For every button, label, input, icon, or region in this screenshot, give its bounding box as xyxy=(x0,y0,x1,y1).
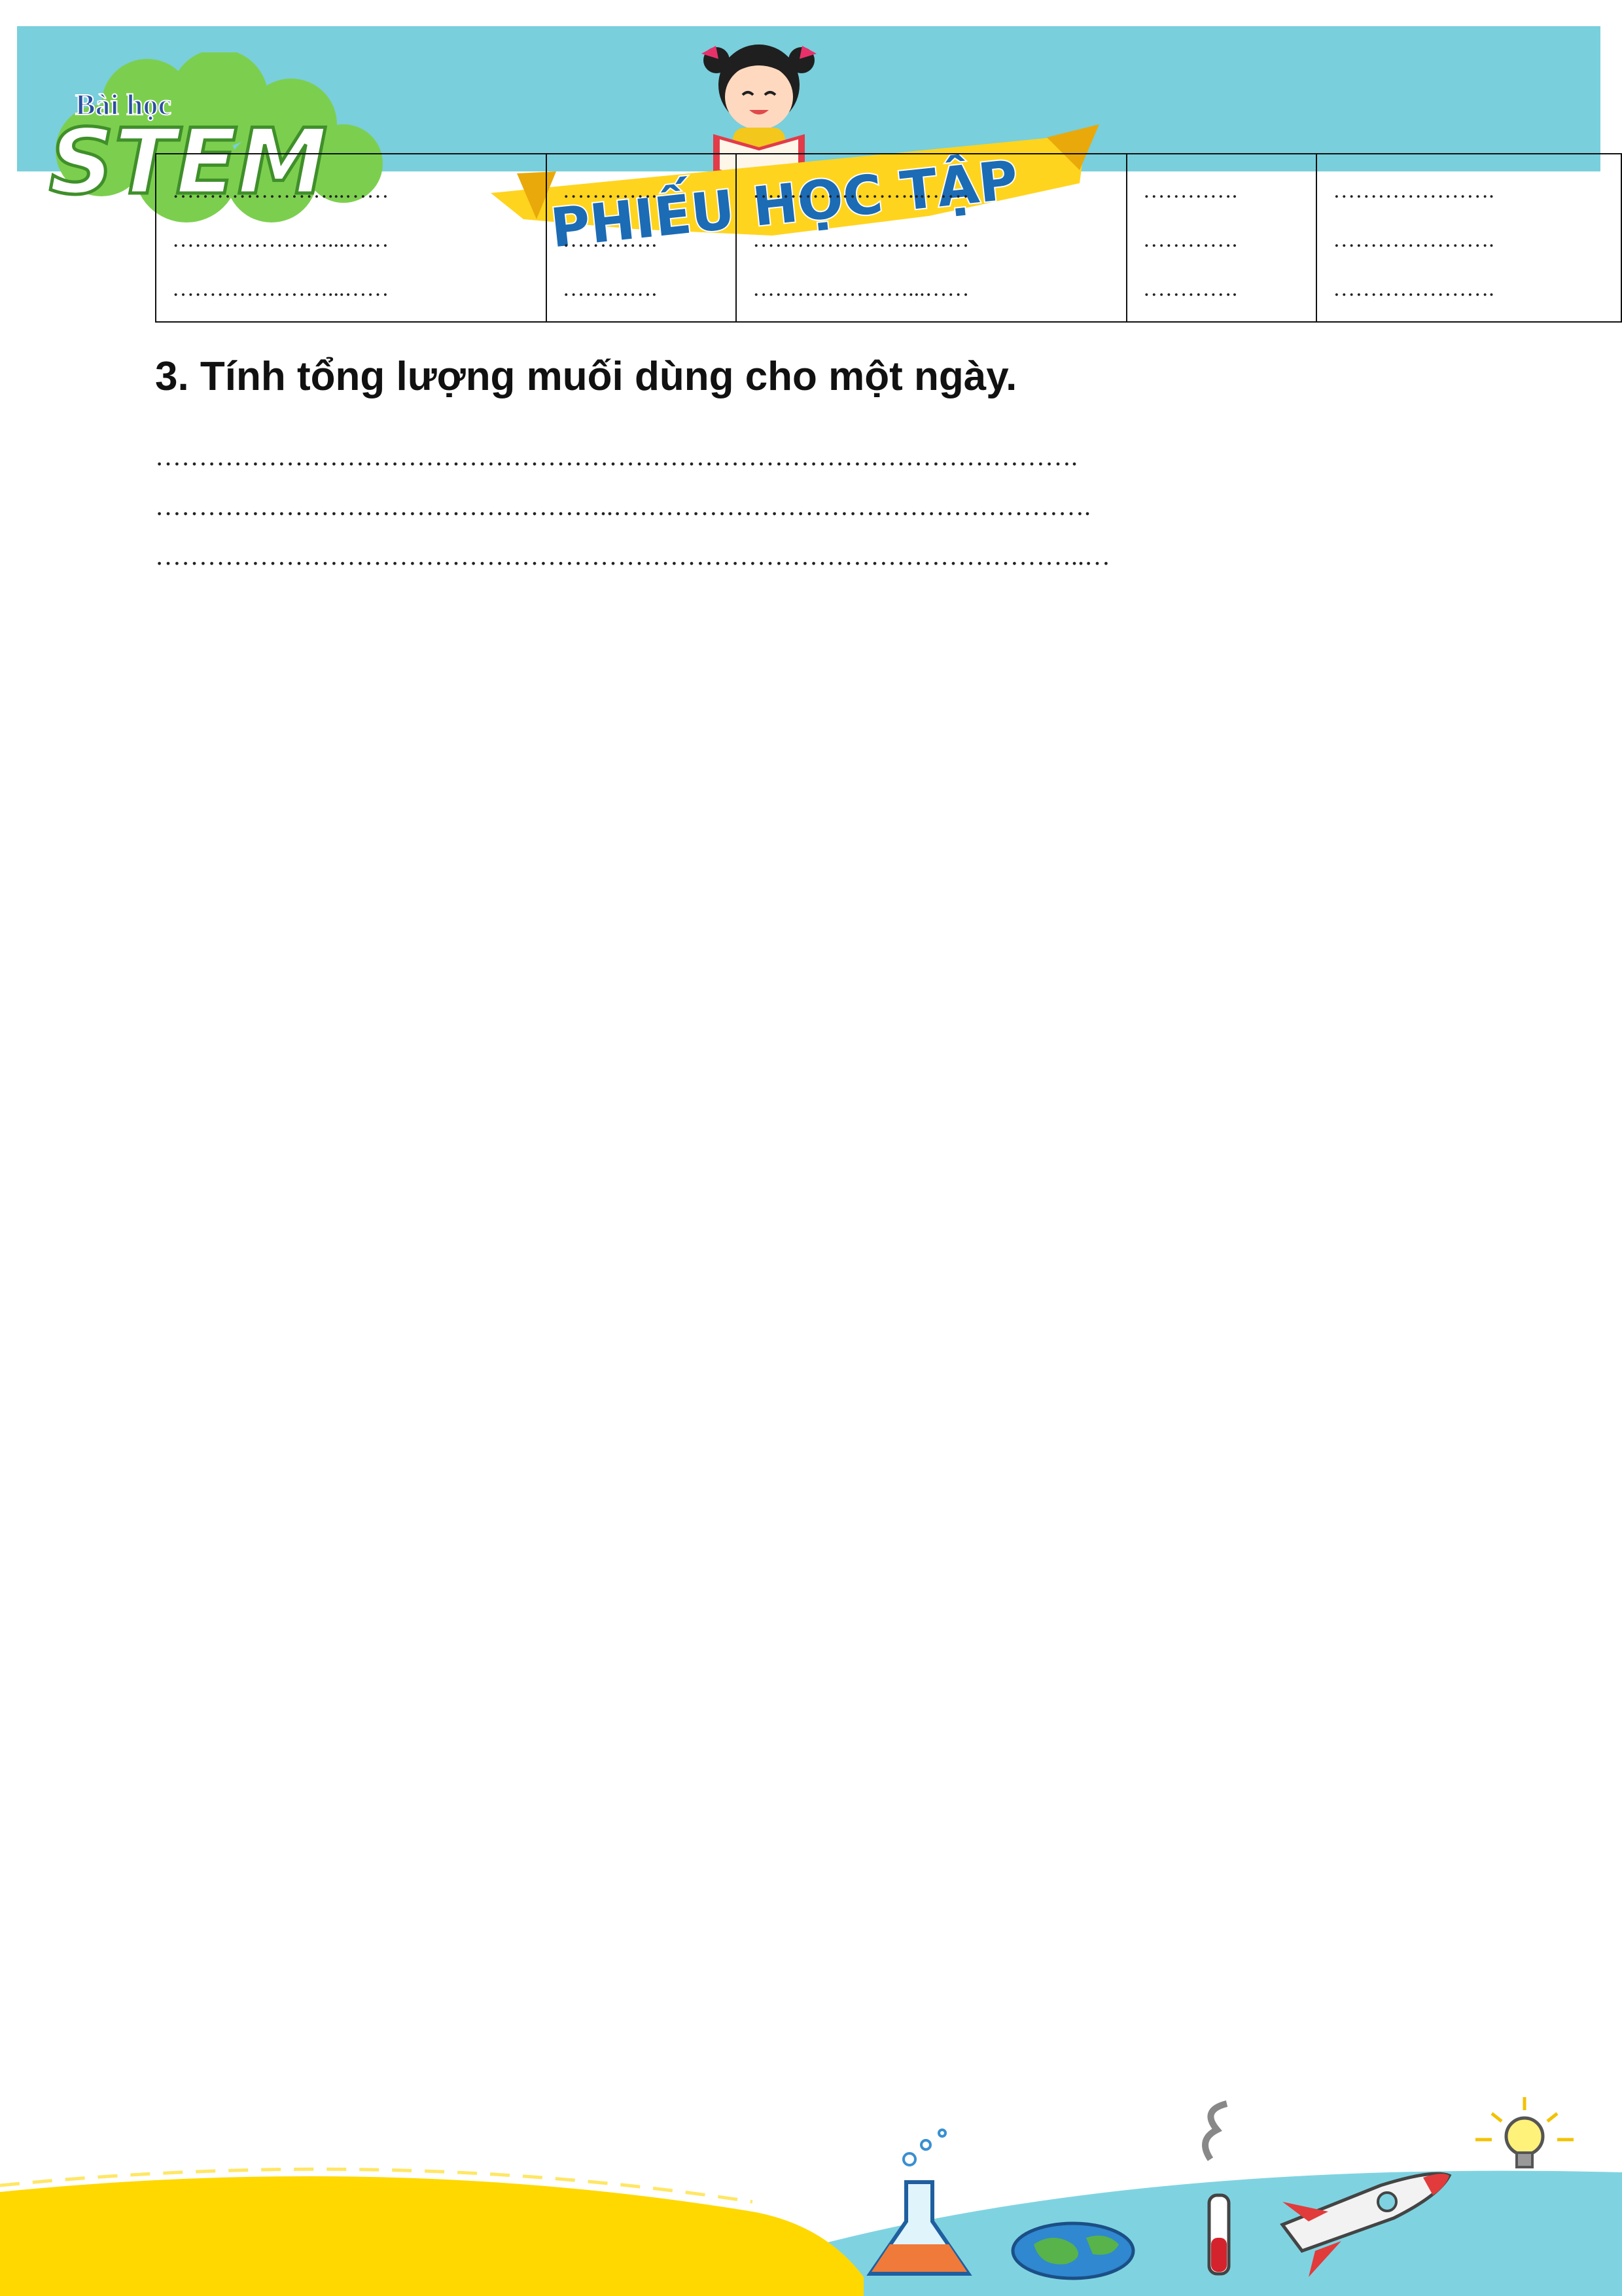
blank-line: …………. xyxy=(1142,277,1238,301)
blank-line: …………………...…… xyxy=(172,228,389,252)
worksheet-table: …………………...…… …………………...…… …………………...…… …… xyxy=(155,153,1622,323)
table-cell[interactable]: …………. …………. …………. xyxy=(1125,153,1318,323)
blank-line: …………. xyxy=(1142,179,1238,203)
blank-line: …………………...…… xyxy=(752,277,970,301)
table-cell[interactable]: …………………. …………………. …………………. xyxy=(1316,153,1622,323)
blank-line: …………. xyxy=(562,179,658,203)
blank-line: …………. xyxy=(562,277,658,301)
blank-line: …………………...…… xyxy=(752,179,970,203)
blank-line: …………………...…… xyxy=(172,179,389,203)
answer-line[interactable]: ……………………………………………..………………………………………………. xyxy=(155,482,1477,531)
globe-icon xyxy=(1011,2221,1135,2280)
table-cell[interactable]: …………. …………. …………. xyxy=(545,153,737,323)
blank-line: …………………...…… xyxy=(172,277,389,301)
footer-decoration xyxy=(0,2097,1622,2296)
blank-line: …………. xyxy=(1142,228,1238,252)
table-cell[interactable]: …………………...…… …………………...…… …………………...…… xyxy=(735,153,1127,323)
answer-line[interactable]: ……………………………………………………………………………………………..… xyxy=(155,531,1477,581)
flask-icon xyxy=(866,2128,972,2276)
answer-line[interactable]: ……………………………………………………………………………………………. xyxy=(155,432,1477,482)
lightbulb-icon xyxy=(1475,2097,1574,2168)
question-heading: 3. Tính tổng lượng muối dùng cho một ngà… xyxy=(155,354,1017,399)
blank-line: …………………. xyxy=(1333,179,1494,203)
table-row: …………………...…… …………………...…… …………………...…… …… xyxy=(155,153,1622,323)
blank-line: …………. xyxy=(562,228,658,252)
blank-line: …………………. xyxy=(1333,277,1494,301)
answer-area[interactable]: ……………………………………………………………………………………………. ………… xyxy=(155,432,1477,581)
blank-line: …………………...…… xyxy=(752,228,970,252)
table-cell[interactable]: …………………...…… …………………...…… …………………...…… xyxy=(155,153,547,323)
blank-line: …………………. xyxy=(1333,228,1494,252)
